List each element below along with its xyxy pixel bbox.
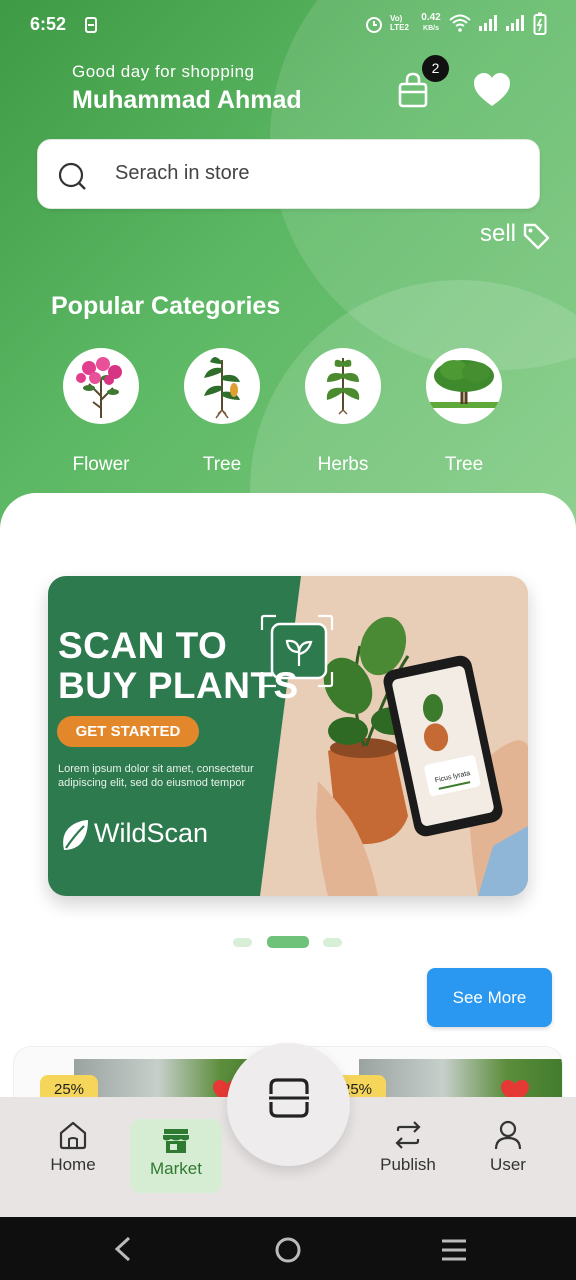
greeting-text: Good day for shopping <box>72 62 255 81</box>
category-label: Flower <box>72 454 130 475</box>
leaf-logo-icon <box>63 820 88 850</box>
search-icon <box>58 162 86 190</box>
status-bar: 6:52 Vo) LTE2 0.42 KB/s <box>0 0 576 50</box>
nav-publish[interactable]: Publish <box>362 1119 454 1175</box>
section-title: Popular Categories <box>51 292 281 320</box>
scan-icon <box>269 1078 309 1118</box>
nav-label: Publish <box>380 1155 436 1174</box>
nav-label: Market <box>150 1159 202 1178</box>
status-time: 6:52 <box>30 14 67 34</box>
signal-icon <box>479 15 497 31</box>
alarm-icon <box>366 17 382 33</box>
user-name: Muhammad Ahmad <box>72 86 302 114</box>
search-bar[interactable]: Serach in store <box>37 139 540 209</box>
brand-logo: WildScan <box>94 818 209 848</box>
flower-plant-icon <box>63 348 139 424</box>
battery-icon <box>533 12 547 35</box>
promo-banner[interactable]: Ficus lyrata SCAN TO BUY PLANTS GET START… <box>48 576 528 896</box>
back-icon[interactable] <box>113 1236 133 1262</box>
scan-button[interactable] <box>227 1043 350 1166</box>
nav-label: Home <box>50 1155 96 1174</box>
herb-icon <box>305 348 381 424</box>
cart-badge: 2 <box>422 55 449 82</box>
see-more-button[interactable]: See More <box>427 968 552 1027</box>
category-label: Tree <box>444 454 484 475</box>
store-icon <box>163 1129 189 1153</box>
category-item-tree-2[interactable]: Tree <box>404 348 524 476</box>
system-navigation-bar <box>0 1217 576 1280</box>
search-input[interactable]: Serach in store <box>115 162 250 185</box>
heart-icon[interactable] <box>472 72 512 108</box>
signal-icon-2 <box>506 15 524 31</box>
sell-link[interactable]: sell <box>480 220 516 248</box>
carousel-dot[interactable] <box>323 938 342 947</box>
category-item-flower[interactable]: Flower <box>41 348 161 476</box>
tree-icon <box>426 348 502 424</box>
nav-home[interactable]: Home <box>27 1119 119 1175</box>
category-label: Tree <box>202 454 242 475</box>
nav-label: User <box>490 1155 526 1174</box>
category-item-tree[interactable]: Tree <box>162 348 282 476</box>
category-item-herbs[interactable]: Herbs <box>283 348 403 476</box>
carousel-dot-active[interactable] <box>267 936 309 948</box>
net-speed: 0.42 KB/s <box>421 12 441 33</box>
sapling-icon <box>184 348 260 424</box>
home-icon <box>59 1121 87 1150</box>
nav-user[interactable]: User <box>462 1119 554 1175</box>
banner-title: SCAN TO BUY PLANTS <box>58 625 299 706</box>
nav-market[interactable]: Market <box>130 1119 222 1193</box>
banner-description: Lorem ipsum dolor sit amet, consectetur … <box>58 763 254 789</box>
tag-icon[interactable] <box>522 222 550 250</box>
carousel-dot[interactable] <box>233 938 252 947</box>
category-label: Herbs <box>317 454 369 475</box>
home-circle-icon[interactable] <box>274 1236 302 1264</box>
wifi-icon <box>449 14 471 32</box>
header: 6:52 Vo) LTE2 0.42 KB/s Good day for shop… <box>0 0 576 540</box>
sim-icon <box>85 17 97 33</box>
lte-indicator: Vo) LTE2 <box>390 14 409 32</box>
exchange-icon <box>395 1121 421 1149</box>
get-started-button[interactable]: GET STARTED <box>57 716 199 747</box>
user-icon <box>494 1120 522 1150</box>
recents-menu-icon[interactable] <box>440 1238 468 1262</box>
